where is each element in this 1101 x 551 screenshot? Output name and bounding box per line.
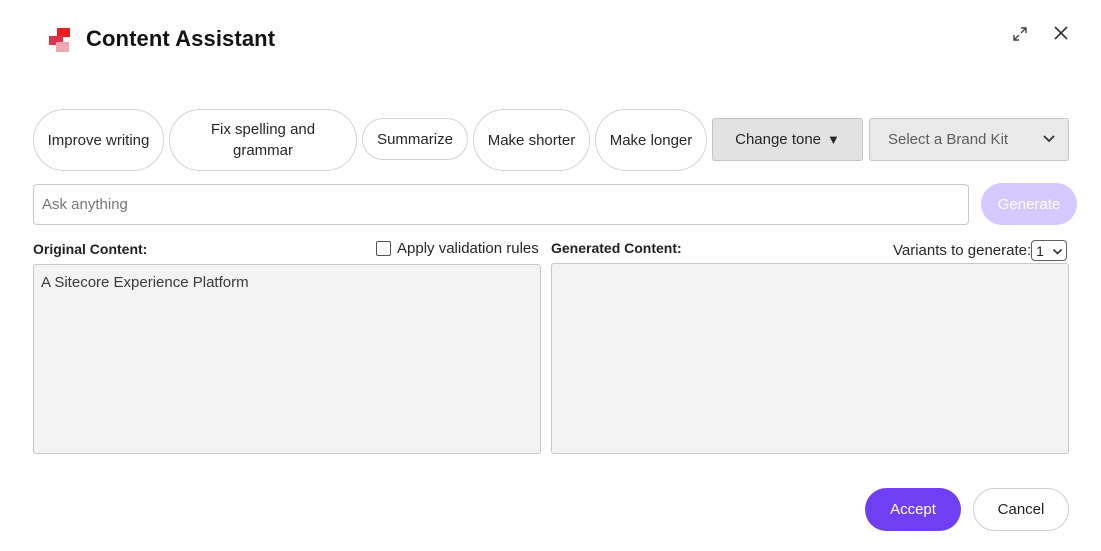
cancel-button[interactable]: Cancel (973, 488, 1069, 531)
accept-button[interactable]: Accept (865, 488, 961, 531)
checkbox-box[interactable] (376, 241, 391, 256)
apply-validation-rules-checkbox[interactable]: Apply validation rules (376, 240, 539, 257)
make-longer-button[interactable]: Make longer (595, 109, 707, 171)
brand-kit-placeholder: Select a Brand Kit (888, 131, 1009, 148)
improve-writing-button[interactable]: Improve writing (33, 109, 164, 171)
generate-button[interactable]: Generate (981, 183, 1077, 225)
caret-down-icon: ▼ (827, 132, 840, 147)
chevron-down-icon (1052, 243, 1063, 259)
variants-label: Variants to generate: (893, 242, 1032, 259)
generated-content-textarea[interactable] (551, 263, 1069, 454)
dialog-title: Content Assistant (86, 26, 276, 51)
variants-control: Variants to generate: 1 (893, 240, 1068, 261)
generated-content-label: Generated Content: (551, 240, 682, 256)
change-tone-label: Change tone (735, 131, 822, 148)
close-icon[interactable] (1050, 22, 1072, 44)
sitecore-logo-icon (47, 26, 73, 54)
variants-value: 1 (1036, 242, 1044, 259)
ask-anything-input[interactable] (33, 184, 969, 225)
content-assistant-dialog: Content Assistant Improve writing Fix sp… (0, 0, 1101, 551)
expand-icon[interactable] (1009, 23, 1031, 45)
variants-select[interactable]: 1 (1031, 240, 1068, 261)
original-content-textarea[interactable]: A Sitecore Experience Platform (33, 264, 541, 454)
brand-kit-select[interactable]: Select a Brand Kit (869, 118, 1069, 161)
apply-validation-label: Apply validation rules (397, 240, 539, 257)
make-shorter-button[interactable]: Make shorter (473, 109, 590, 171)
fix-spelling-grammar-button[interactable]: Fix spelling and grammar (169, 109, 357, 171)
change-tone-dropdown[interactable]: Change tone ▼ (712, 118, 863, 161)
original-content-label: Original Content: (33, 241, 148, 257)
chevron-down-icon (1042, 131, 1056, 148)
summarize-button[interactable]: Summarize (362, 118, 468, 160)
